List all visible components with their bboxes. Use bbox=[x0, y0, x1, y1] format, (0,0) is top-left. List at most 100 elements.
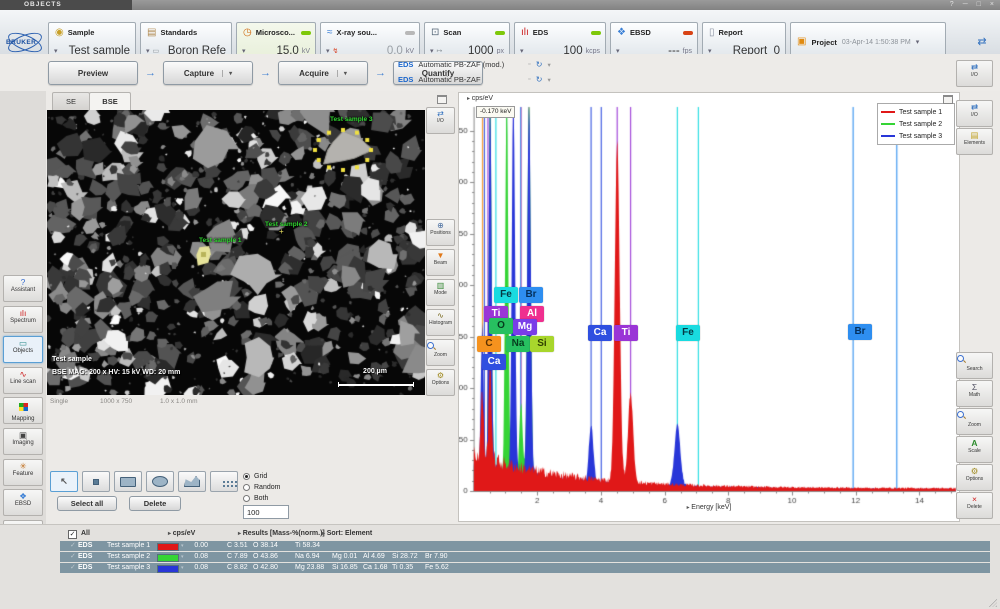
restore-button[interactable]: □ bbox=[977, 0, 981, 10]
beam-button[interactable]: ▼Beam bbox=[426, 249, 455, 276]
table-row-test-sample-3[interactable]: ✓EDSTest sample 3▾0.08C 8.82O 42.80Mg 23… bbox=[60, 563, 990, 573]
element-badge-br[interactable]: Br bbox=[848, 324, 872, 340]
button-label: Zoom bbox=[958, 422, 990, 428]
delete-button[interactable]: ×Delete bbox=[956, 492, 993, 519]
element-badge-ca[interactable]: Ca bbox=[588, 325, 612, 341]
cursor-tool-button[interactable]: ↖ bbox=[50, 471, 78, 492]
sidebar-item-ebsd[interactable]: ❖EBSD bbox=[3, 489, 43, 516]
legend-entry-test-sample-3: Test sample 3 bbox=[881, 130, 951, 142]
acquire-button[interactable]: Acquire▾ bbox=[278, 61, 368, 85]
column-cps[interactable]: ▸ cps/eV bbox=[168, 530, 195, 537]
point-tool-button[interactable] bbox=[82, 471, 110, 492]
sidebar-item-imaging[interactable]: ▣Imaging bbox=[3, 428, 43, 455]
button-label: Math bbox=[958, 392, 990, 398]
table-row-test-sample-2[interactable]: ✓EDSTest sample 2▾0.08C 7.89O 43.86Na 6.… bbox=[60, 552, 990, 562]
chevron-down-icon[interactable]: ▾ bbox=[337, 70, 347, 77]
rectangle-tool-button[interactable] bbox=[114, 471, 142, 492]
spectrum-panel-maximize-icon[interactable] bbox=[943, 95, 953, 104]
content-area: SE BSE Test sample 3Test sample 2Test sa… bbox=[46, 91, 1000, 524]
help-button[interactable]: ? bbox=[950, 0, 954, 10]
radio-both[interactable]: Both bbox=[243, 494, 268, 503]
status-led-scan bbox=[495, 31, 505, 35]
button-label: Options bbox=[958, 476, 990, 482]
chevron-down-icon[interactable]: ▾ bbox=[547, 76, 550, 84]
x-axis-title[interactable]: ▸ Energy [keV] bbox=[459, 504, 959, 511]
minimize-button[interactable]: ─ bbox=[963, 0, 968, 10]
image-panel-maximize-icon[interactable] bbox=[437, 95, 447, 104]
zoom-button[interactable]: Zoom bbox=[956, 408, 993, 435]
resize-grip[interactable] bbox=[989, 599, 997, 607]
element-badge-br[interactable]: Br bbox=[519, 287, 543, 303]
polygon-tool-button[interactable] bbox=[178, 471, 206, 492]
sidebar-item-label: Mapping bbox=[4, 416, 42, 423]
element-badge-o[interactable]: O bbox=[489, 318, 513, 334]
element-badge-na[interactable]: Na bbox=[506, 336, 530, 352]
y-axis-title[interactable]: ▸ cps/eV bbox=[467, 95, 493, 102]
element-badge-fe[interactable]: Fe bbox=[676, 325, 700, 341]
method-refresh-icon[interactable]: ↻ bbox=[536, 60, 543, 69]
histogram-button[interactable]: ∿Histogram bbox=[426, 309, 455, 336]
sidebar-item-mapping[interactable]: Mapping bbox=[3, 397, 43, 424]
math-button[interactable]: ΣMath bbox=[956, 380, 993, 407]
method-label: Automatic PB-ZAF bbox=[418, 75, 523, 84]
sidebar-item-objects[interactable]: ▭Objects bbox=[3, 336, 43, 363]
chevron-down-icon[interactable]: ▾ bbox=[222, 70, 232, 77]
sidebar-item-line-scan[interactable]: ∿Line scan bbox=[3, 367, 43, 394]
i-o-button[interactable]: ⇄I/O bbox=[956, 100, 993, 127]
main-toolbar: BRUKER ◉Sample▾Test sample▤Standards▾▭Bo… bbox=[0, 10, 1000, 55]
radio-grid[interactable]: Grid bbox=[243, 472, 267, 481]
select-all-checkbox[interactable]: ✓ bbox=[68, 530, 77, 539]
button-label: Preview bbox=[78, 69, 108, 78]
status-led-eds bbox=[591, 31, 601, 35]
toolbar-io-icon[interactable]: ⇄ bbox=[972, 31, 992, 53]
method-row-1[interactable]: EDSAutomatic PB-ZAF▫↻▾ bbox=[398, 72, 551, 87]
column-sort[interactable]: ▸ Sort: Element bbox=[322, 530, 372, 537]
elements-button[interactable]: ▤Elements bbox=[956, 128, 993, 155]
sem-image-viewport[interactable]: Test sample 3Test sample 2Test sample 1 … bbox=[47, 110, 425, 395]
element-badge-fe[interactable]: Fe bbox=[494, 287, 518, 303]
column-results[interactable]: ▸ Results [Mass-%(norm.)] bbox=[238, 530, 325, 537]
positions-button[interactable]: ⊕Positions bbox=[426, 219, 455, 246]
sidebar-item-spectrum[interactable]: ılıSpectrum bbox=[3, 306, 43, 333]
table-row-test-sample-1[interactable]: ✓EDSTest sample 1▾0.00C 3.51O 38.14Ti 58… bbox=[60, 541, 990, 551]
radio-label: Both bbox=[254, 495, 268, 502]
select-all-button[interactable]: Select all bbox=[57, 496, 117, 511]
workspace-io-button[interactable]: ⇄ I/O bbox=[956, 60, 993, 87]
mode-button[interactable]: ▥Mode bbox=[426, 279, 455, 306]
zoom-button[interactable]: Zoom bbox=[426, 339, 455, 366]
tab-bse[interactable]: BSE bbox=[89, 92, 131, 111]
element-badge-ca[interactable]: Ca bbox=[482, 354, 506, 370]
element-badge-c[interactable]: C bbox=[477, 336, 501, 352]
element-badge-si[interactable]: Si bbox=[530, 336, 554, 352]
chevron-down-icon[interactable]: ▾ bbox=[547, 61, 550, 69]
sidebar-item-feature[interactable]: ✳Feature bbox=[3, 459, 43, 486]
results-table-zone: ✓ All ▸ cps/eV ▸ Results [Mass-%(norm.)]… bbox=[0, 524, 1000, 609]
options-button[interactable]: ⚙Options bbox=[426, 369, 455, 396]
sidebar-item-label: Objects bbox=[4, 348, 42, 355]
element-badge-ti[interactable]: Ti bbox=[614, 325, 638, 341]
sem-image[interactable] bbox=[47, 110, 425, 395]
tab-se[interactable]: SE bbox=[52, 92, 90, 111]
button-label: Options bbox=[428, 380, 453, 386]
options-button[interactable]: ⚙Options bbox=[956, 464, 993, 491]
method-row-0[interactable]: EDSAutomatic PB-ZAF (mod.)▫↻▾ bbox=[398, 57, 551, 72]
delete-objects-button[interactable]: Delete bbox=[129, 496, 181, 511]
ellipse-tool-button[interactable] bbox=[146, 471, 174, 492]
close-button[interactable]: × bbox=[990, 0, 994, 10]
row-results: C 7.89O 43.86Na 6.94Mg 0.01Al 4.69Si 28.… bbox=[227, 552, 465, 562]
radio-random[interactable]: Random bbox=[243, 483, 280, 492]
method-refresh-icon[interactable]: ↻ bbox=[536, 75, 543, 84]
project-icon: ▣ bbox=[797, 37, 806, 47]
search-button[interactable]: Search bbox=[956, 352, 993, 379]
workflow-arrow-icon: → bbox=[145, 67, 156, 79]
legend-label: Test sample 3 bbox=[899, 133, 942, 140]
point-grid-tool-button[interactable] bbox=[210, 471, 238, 492]
sidebar-item-assistant[interactable]: ?Assistant bbox=[3, 275, 43, 302]
preview-button[interactable]: Preview bbox=[48, 61, 138, 85]
capture-button[interactable]: Capture▾ bbox=[163, 61, 253, 85]
chevron-down-icon[interactable]: ▾ bbox=[916, 38, 920, 46]
element-badge-mg[interactable]: Mg bbox=[513, 319, 537, 335]
i-o-button[interactable]: ⇄I/O bbox=[426, 107, 455, 134]
object-count-input[interactable] bbox=[243, 505, 289, 519]
scale-button[interactable]: AScale bbox=[956, 436, 993, 463]
